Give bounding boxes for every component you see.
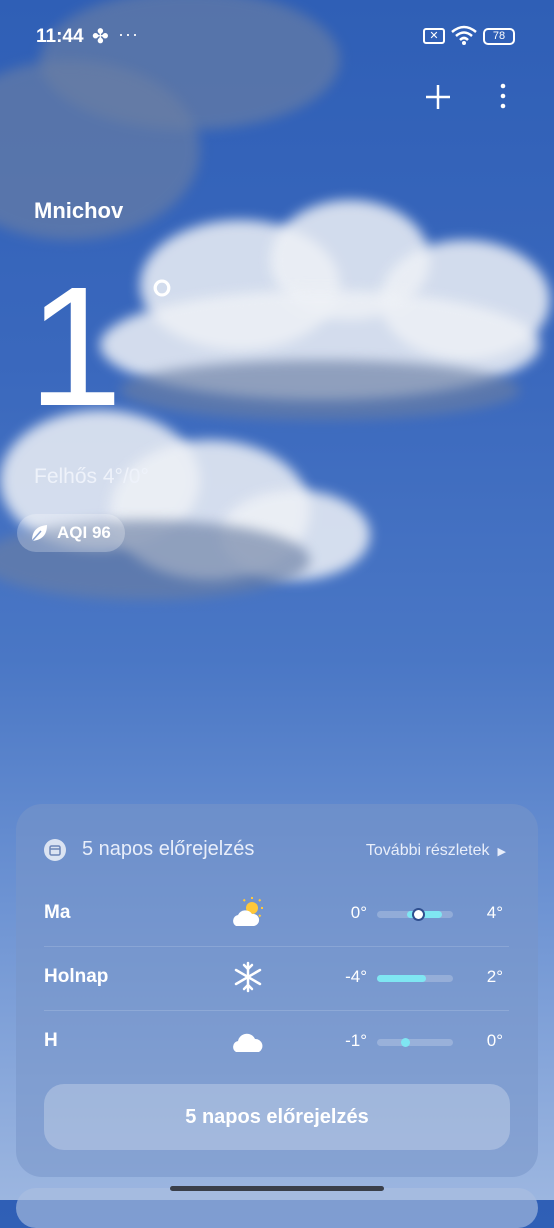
forecast-high: 0° — [486, 1031, 503, 1050]
forecast-low: -4° — [345, 967, 367, 986]
forecast-high: 4° — [486, 903, 503, 922]
city-name: Mnichov — [34, 198, 124, 223]
forecast-day: Ma — [44, 902, 71, 923]
forecast-high: 2° — [486, 967, 503, 986]
next-card — [16, 1188, 538, 1228]
home-indicator[interactable] — [170, 1186, 384, 1191]
temperature-range-fill — [377, 975, 427, 982]
forecast-row[interactable]: Holnap -4° 2° — [44, 946, 509, 1011]
notification-dots: ··· — [118, 24, 139, 44]
current-condition: Felhős 4°/0° — [34, 465, 149, 488]
forecast-header: 5 napos előrejelzés — [44, 838, 254, 861]
leaf-icon — [31, 525, 47, 542]
forecast-day: H — [44, 1030, 58, 1051]
forecast-card: 5 napos előrejelzés További részletek ▶ … — [16, 804, 538, 1177]
temperature-range-fill — [407, 911, 442, 918]
forecast-low: 0° — [350, 903, 367, 922]
more-details-link[interactable]: További részletek ▶ — [366, 842, 506, 860]
no-sim-icon: ✕ — [423, 28, 445, 44]
current-temperature: 1 — [28, 252, 123, 442]
current-temp-dot — [401, 1038, 411, 1047]
calendar-icon — [44, 838, 66, 861]
status-time: 11:44 — [36, 26, 84, 47]
aqi-badge[interactable]: AQI 96 — [17, 514, 125, 552]
forecast-row[interactable]: Ma 0° 4° — [44, 882, 509, 947]
temperature-range-bar — [377, 975, 453, 982]
wifi-icon — [451, 25, 477, 45]
snowflake-icon — [234, 961, 262, 993]
partly-sunny-icon — [233, 897, 263, 926]
more-details-label: További részletek — [365, 842, 490, 859]
forecast-day: Holnap — [44, 966, 109, 987]
aqi-label: AQI 96 — [57, 523, 111, 542]
degree-symbol: ° — [150, 268, 174, 335]
add-city-icon[interactable] — [423, 82, 453, 112]
status-bar: 11:44 ✤ ··· ✕ 78 — [0, 0, 554, 74]
five-day-forecast-button[interactable]: 5 napos előrejelzés — [44, 1084, 510, 1150]
temperature-range-bar — [377, 910, 453, 919]
cloud-icon — [233, 1033, 263, 1052]
chevron-right-icon: ▶ — [497, 845, 506, 858]
forecast-low: -1° — [345, 1031, 367, 1050]
battery-icon: 78 — [483, 28, 515, 45]
forecast-title: 5 napos előrejelzés — [82, 838, 255, 860]
fan-icon: ✤ — [92, 26, 109, 48]
more-options-icon[interactable] — [496, 82, 510, 112]
forecast-row[interactable]: H -1° 0° — [44, 1010, 509, 1074]
temperature-range-bar — [377, 1038, 453, 1047]
